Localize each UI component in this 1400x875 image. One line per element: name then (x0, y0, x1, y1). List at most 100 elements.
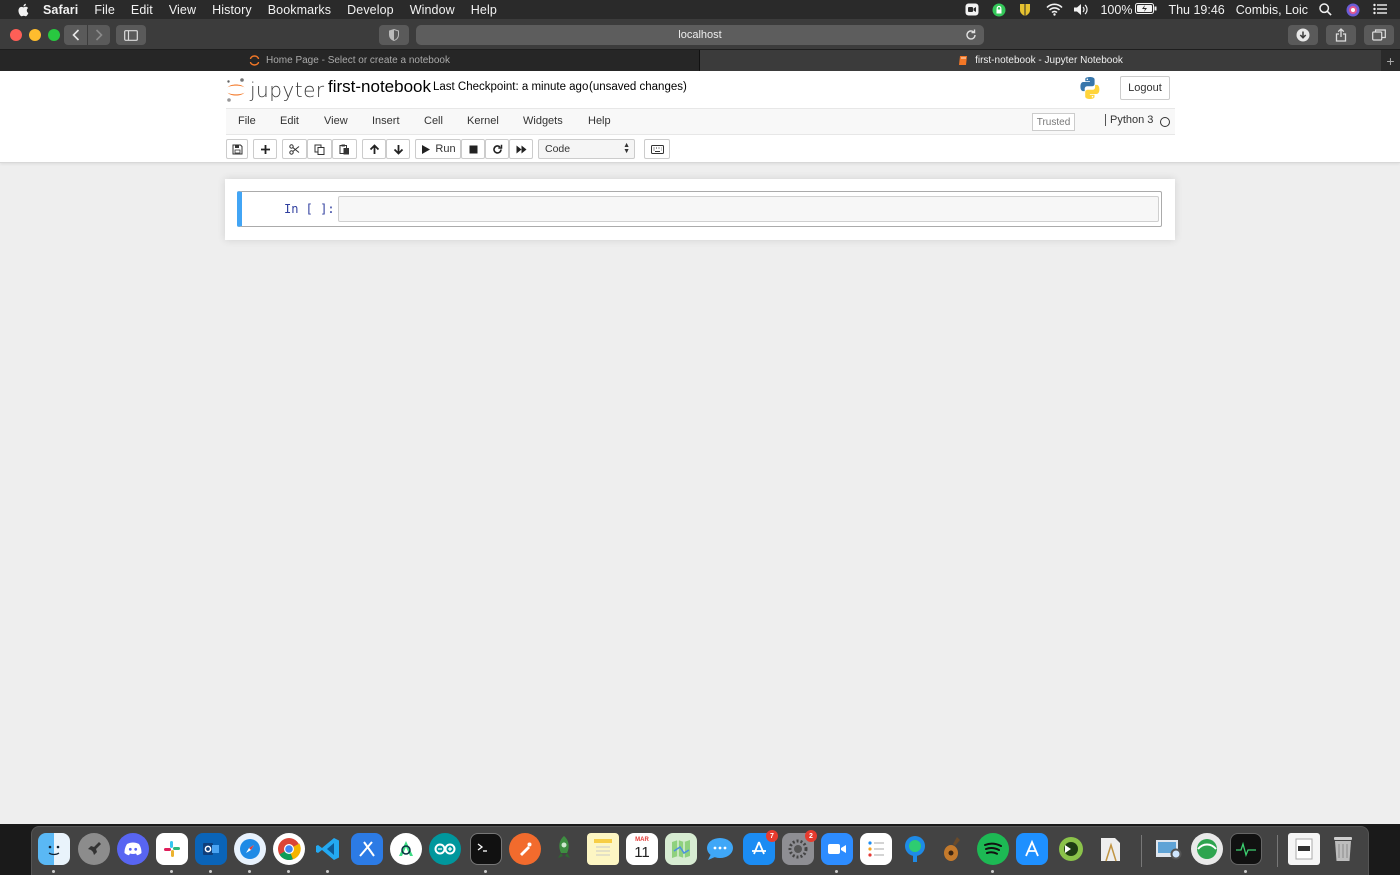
plus-icon: + (1386, 52, 1395, 69)
privacy-report-button[interactable] (379, 25, 409, 45)
volume-icon[interactable] (1073, 3, 1089, 16)
safari-icon[interactable] (234, 833, 266, 865)
slack-icon[interactable] (156, 833, 188, 865)
notification-center-icon[interactable] (1373, 3, 1389, 16)
insert-cell-button[interactable] (253, 139, 277, 159)
code-cell[interactable]: In [ ]: (237, 191, 1162, 227)
wifi-icon[interactable] (1046, 3, 1064, 16)
messages-icon[interactable] (704, 833, 736, 865)
spotify-icon[interactable] (977, 833, 1009, 865)
restart-run-all-button[interactable] (509, 139, 533, 159)
arduino-icon[interactable] (429, 833, 461, 865)
document-stack-icon[interactable] (1288, 833, 1320, 865)
share-button[interactable] (1326, 25, 1356, 45)
save-button[interactable] (226, 139, 248, 159)
menubar-file[interactable]: File (94, 3, 115, 17)
command-palette-button[interactable] (644, 139, 670, 159)
android-studio-icon[interactable] (390, 833, 422, 865)
cell-type-select[interactable]: Code ▲ ▼ (538, 139, 635, 159)
garageband-icon[interactable] (938, 833, 970, 865)
menubar-view[interactable]: View (169, 3, 196, 17)
trash-icon[interactable] (1327, 833, 1359, 865)
tab-home-page[interactable]: Home Page - Select or create a notebook (0, 50, 700, 71)
outlook-icon[interactable] (195, 833, 227, 865)
move-up-button[interactable] (362, 139, 386, 159)
system-preferences-icon[interactable]: 2 (782, 830, 817, 865)
menubar-edit[interactable]: Edit (131, 3, 153, 17)
menubar-help[interactable]: Help (471, 3, 497, 17)
sourcetree-icon[interactable] (899, 833, 931, 865)
notes-icon[interactable] (587, 833, 619, 865)
code-input[interactable] (338, 196, 1159, 222)
shield-icon[interactable] (1019, 3, 1035, 16)
menubar-window[interactable]: Window (410, 3, 455, 17)
tab-first-notebook[interactable]: first-notebook - Jupyter Notebook (700, 50, 1381, 71)
run-button[interactable]: Run (415, 139, 461, 159)
back-button[interactable] (64, 25, 87, 45)
menu-cell[interactable]: Cell (424, 115, 443, 127)
interrupt-kernel-button[interactable] (461, 139, 485, 159)
menu-widgets[interactable]: Widgets (523, 115, 563, 127)
menubar-user[interactable]: Combis, Loic (1236, 3, 1308, 17)
copy-button[interactable] (307, 139, 332, 159)
menubar-bookmarks[interactable]: Bookmarks (268, 3, 331, 17)
discord-icon[interactable] (117, 833, 149, 865)
move-down-button[interactable] (386, 139, 410, 159)
trusted-indicator[interactable]: Trusted (1032, 113, 1075, 131)
new-tab-button[interactable]: + (1381, 50, 1400, 71)
activity-monitor-icon[interactable] (1230, 833, 1262, 865)
jupyter-logo[interactable]: jupyter (226, 75, 325, 105)
running-indicator (1244, 870, 1247, 873)
menu-view[interactable]: View (324, 115, 348, 127)
terminal-icon[interactable] (470, 833, 502, 865)
instruments-icon[interactable] (1016, 833, 1048, 865)
chrome-icon[interactable] (273, 833, 305, 865)
sidebar-toggle-button[interactable] (116, 25, 146, 45)
menu-insert[interactable]: Insert (372, 115, 400, 127)
menu-help[interactable]: Help (588, 115, 611, 127)
menubar-history[interactable]: History (212, 3, 252, 17)
maps-icon[interactable] (665, 833, 697, 865)
forward-button[interactable] (87, 25, 110, 45)
window-close-button[interactable] (10, 29, 22, 41)
cut-button[interactable] (282, 139, 307, 159)
kernel-name[interactable]: Python 3 (1105, 114, 1153, 126)
network-utility-icon[interactable] (1191, 833, 1223, 865)
calendar-icon[interactable]: MAR 11 (626, 833, 658, 865)
siri-icon[interactable] (1346, 3, 1362, 17)
reload-icon[interactable] (964, 28, 978, 42)
logout-button[interactable]: Logout (1120, 76, 1170, 100)
restart-kernel-button[interactable] (485, 139, 509, 159)
menubar-app-name[interactable]: Safari (43, 3, 78, 17)
spotlight-search-icon[interactable] (1319, 3, 1335, 16)
vscode-icon[interactable] (312, 833, 344, 865)
notebook-name[interactable]: first-notebook (328, 77, 431, 97)
menu-edit[interactable]: Edit (280, 115, 299, 127)
window-minimize-button[interactable] (29, 29, 41, 41)
menubar-develop[interactable]: Develop (347, 3, 394, 17)
zoom-icon[interactable] (821, 833, 853, 865)
tab-overview-button[interactable] (1364, 25, 1394, 45)
python-logo-icon (1078, 76, 1102, 100)
menubar-clock[interactable]: Thu 19:46 (1168, 3, 1224, 17)
menu-file[interactable]: File (238, 115, 256, 127)
cyberduck-icon[interactable] (1055, 833, 1087, 865)
paste-button[interactable] (332, 139, 357, 159)
preview-icon[interactable] (1152, 833, 1184, 865)
postman-icon[interactable] (509, 833, 541, 865)
window-fullscreen-button[interactable] (48, 29, 60, 41)
vpn-lock-icon[interactable] (992, 3, 1008, 17)
finder-icon[interactable] (38, 833, 70, 865)
downloads-button[interactable] (1288, 25, 1318, 45)
launchpad-icon[interactable] (78, 833, 110, 865)
battery-status[interactable]: 100% (1100, 2, 1157, 17)
xcode-icon[interactable] (351, 833, 383, 865)
app-store-icon[interactable]: 7 (743, 830, 778, 865)
zoom-status-icon[interactable] (965, 3, 981, 16)
apple-icon[interactable] (15, 2, 31, 18)
archive-utility-icon[interactable] (1094, 833, 1126, 865)
menu-kernel[interactable]: Kernel (467, 115, 499, 127)
reminders-icon[interactable] (860, 833, 892, 865)
rocket-app-icon[interactable] (548, 833, 580, 865)
address-bar[interactable]: localhost (416, 25, 984, 45)
